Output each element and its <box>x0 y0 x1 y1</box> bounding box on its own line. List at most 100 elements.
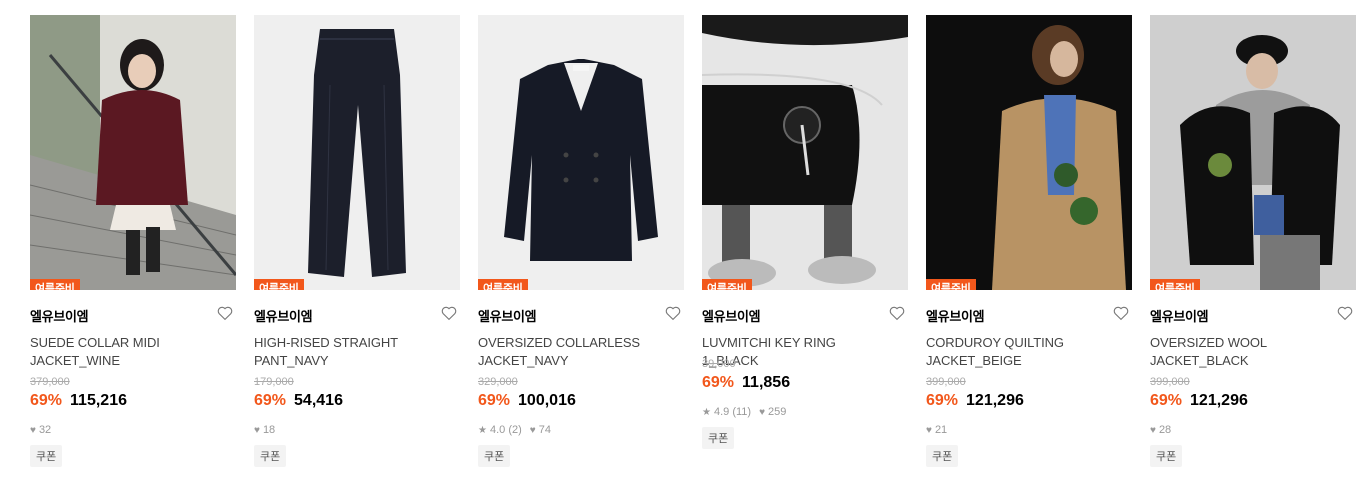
rating-value: 4.9 <box>713 406 730 418</box>
product-stats: ♥ 21 <box>926 422 1132 438</box>
sale-price: 121,296 <box>1190 392 1248 409</box>
product-name-line: JACKET_WINE <box>30 353 120 368</box>
discount-rate: 69% <box>926 392 959 409</box>
product-name-line: JACKET_NAVY <box>478 353 569 368</box>
like-count: 21 <box>934 424 948 436</box>
star-icon: ★ <box>478 424 487 436</box>
price-row: 69% 11,856 <box>702 374 908 396</box>
product-card[interactable]: 여름준비 엘유브이엠 CORDUROY QUILTING JACKET_BEIG… <box>926 15 1132 467</box>
product-name[interactable]: LUVMITCHI KEY RING 1_BLACK <box>702 334 892 368</box>
price-row: 69% 121,296 <box>1150 392 1356 414</box>
original-price: 179,000 <box>254 376 294 388</box>
product-name[interactable]: OVERSIZED WOOL JACKET_BLACK <box>1150 334 1340 370</box>
product-stats: ★ 4.0 (2) ♥ 74 <box>478 422 684 438</box>
star-icon: ★ <box>702 406 711 418</box>
like-count: 74 <box>538 424 551 436</box>
product-grid: 여름준비 엘유브이엠 SUEDE COLLAR MIDI JACKET_WINE… <box>0 0 1372 480</box>
heart-outline-icon[interactable] <box>1336 304 1354 322</box>
promo-badge: 여름준비 <box>926 279 976 290</box>
like-count: 259 <box>768 406 787 418</box>
heart-outline-icon[interactable] <box>216 304 234 322</box>
discount-rate: 69% <box>478 392 511 409</box>
heart-outline-icon[interactable] <box>440 304 458 322</box>
brand-row: 엘유브이엠 <box>254 306 460 324</box>
heart-filled-icon: ♥ <box>254 424 260 436</box>
product-stats: ★ 4.9 (11) ♥ 259 <box>702 404 908 420</box>
brand-name[interactable]: 엘유브이엠 <box>478 309 537 324</box>
discount-rate: 69% <box>702 374 735 391</box>
promo-badge: 여름준비 <box>478 279 528 290</box>
product-image[interactable]: 여름준비 <box>254 15 460 290</box>
product-name[interactable]: OVERSIZED COLLARLESS JACKET_NAVY <box>478 334 668 370</box>
product-name-line: OVERSIZED COLLARLESS <box>478 335 640 350</box>
product-stats: ♥ 18 <box>254 422 460 438</box>
heart-filled-icon: ♥ <box>529 424 536 436</box>
product-card[interactable]: 여름준비 엘유브이엠 OVERSIZED COLLARLESS JACKET_N… <box>478 15 684 467</box>
brand-row: 엘유브이엠 <box>478 306 684 324</box>
brand-name[interactable]: 엘유브이엠 <box>702 309 761 324</box>
brand-name[interactable]: 엘유브이엠 <box>30 309 89 324</box>
product-name[interactable]: CORDUROY QUILTING JACKET_BEIGE <box>926 334 1116 370</box>
product-name[interactable]: HIGH-RISED STRAIGHT PANT_NAVY <box>254 334 444 370</box>
product-stats: ♥ 28 <box>1150 422 1356 438</box>
original-price: 399,000 <box>1150 376 1190 388</box>
sale-price: 121,296 <box>966 392 1024 409</box>
promo-badge: 여름준비 <box>1150 279 1200 290</box>
coupon-tag: 쿠폰 <box>254 445 287 467</box>
product-card[interactable]: 여름준비 엘유브이엠 OVERSIZED WOOL JACKET_BLACK 3… <box>1150 15 1356 467</box>
review-count: (11) <box>732 406 752 418</box>
product-name-line: PANT_NAVY <box>254 353 329 368</box>
product-image[interactable]: 여름준비 <box>702 15 908 290</box>
coupon-tag: 쿠폰 <box>702 427 735 449</box>
brand-name[interactable]: 엘유브이엠 <box>254 309 313 324</box>
review-score: 4.0 (2) <box>490 424 522 436</box>
price-row: 69% 100,016 <box>478 392 684 414</box>
brand-row: 엘유브이엠 <box>30 306 236 324</box>
price-row: 69% 121,296 <box>926 392 1132 414</box>
product-name-line: JACKET_BEIGE <box>926 353 1022 368</box>
price-row: 69% 115,216 <box>30 392 236 414</box>
original-price: 379,000 <box>30 376 70 388</box>
original-price: 329,000 <box>478 376 518 388</box>
original-price: 39,000 <box>702 358 736 370</box>
heart-outline-icon[interactable] <box>888 304 906 322</box>
promo-badge: 여름준비 <box>30 279 80 290</box>
discount-rate: 69% <box>254 392 287 409</box>
heart-filled-icon: ♥ <box>30 424 36 436</box>
product-name-line: SUEDE COLLAR MIDI <box>30 335 160 350</box>
product-name-line: CORDUROY QUILTING <box>926 335 1064 350</box>
brand-row: 엘유브이엠 <box>926 306 1132 324</box>
like-count: 28 <box>1158 424 1172 436</box>
product-image[interactable]: 여름준비 <box>30 15 236 290</box>
sale-price: 115,216 <box>70 392 127 409</box>
product-card[interactable]: 여름준비 엘유브이엠 LUVMITCHI KEY RING 1_BLACK 39… <box>702 15 908 449</box>
product-image[interactable]: 여름준비 <box>1150 15 1356 290</box>
like-count: 32 <box>38 424 52 436</box>
price-row: 69% 54,416 <box>254 392 460 414</box>
brand-row: 엘유브이엠 <box>702 306 908 324</box>
product-name-line: JACKET_BLACK <box>1150 353 1249 368</box>
product-image[interactable]: 여름준비 <box>926 15 1132 290</box>
product-card[interactable]: 여름준비 엘유브이엠 SUEDE COLLAR MIDI JACKET_WINE… <box>30 15 236 467</box>
promo-badge: 여름준비 <box>702 279 752 290</box>
original-price: 399,000 <box>926 376 966 388</box>
brand-row: 엘유브이엠 <box>1150 306 1356 324</box>
product-name-line: OVERSIZED WOOL <box>1150 335 1268 350</box>
sale-price: 54,416 <box>294 392 343 409</box>
product-image[interactable]: 여름준비 <box>478 15 684 290</box>
product-stats: ♥ 32 <box>30 422 236 438</box>
sale-price: 100,016 <box>518 392 576 409</box>
heart-filled-icon: ♥ <box>759 406 766 418</box>
heart-outline-icon[interactable] <box>1112 304 1130 322</box>
brand-name[interactable]: 엘유브이엠 <box>1150 309 1209 324</box>
discount-rate: 69% <box>30 392 63 409</box>
product-name[interactable]: SUEDE COLLAR MIDI JACKET_WINE <box>30 334 220 370</box>
coupon-tag: 쿠폰 <box>30 445 63 467</box>
brand-name[interactable]: 엘유브이엠 <box>926 309 985 324</box>
heart-filled-icon: ♥ <box>1150 424 1156 436</box>
coupon-tag: 쿠폰 <box>926 445 959 467</box>
heart-outline-icon[interactable] <box>664 304 682 322</box>
coupon-tag: 쿠폰 <box>1150 445 1183 467</box>
product-card[interactable]: 여름준비 엘유브이엠 HIGH-RISED STRAIGHT PANT_NAVY… <box>254 15 460 467</box>
discount-rate: 69% <box>1150 392 1183 409</box>
